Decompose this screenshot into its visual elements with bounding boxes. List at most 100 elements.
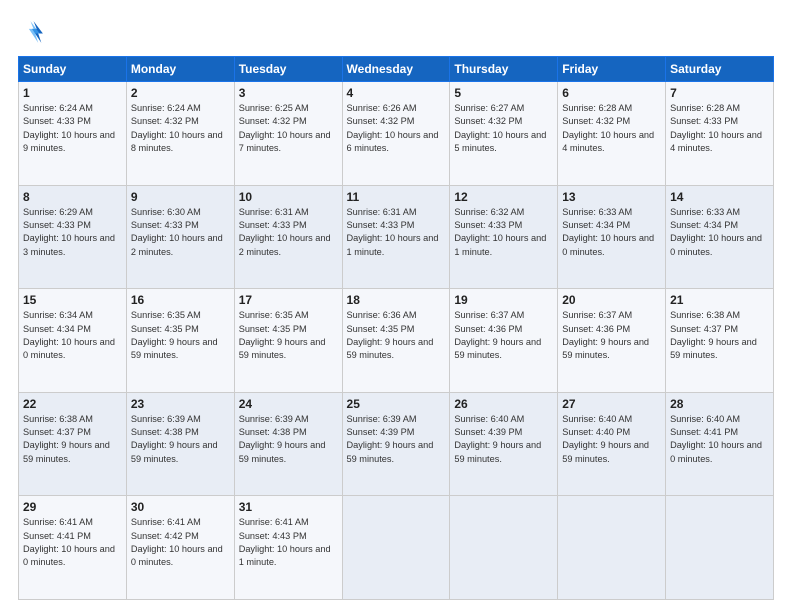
cell-content: Sunrise: 6:39 AMSunset: 4:39 PMDaylight:… (347, 414, 434, 464)
calendar-cell (450, 496, 558, 600)
day-number: 30 (131, 500, 230, 514)
calendar-cell: 6 Sunrise: 6:28 AMSunset: 4:32 PMDayligh… (558, 82, 666, 186)
col-header-friday: Friday (558, 57, 666, 82)
calendar-cell (342, 496, 450, 600)
calendar-cell: 24 Sunrise: 6:39 AMSunset: 4:38 PMDaylig… (234, 392, 342, 496)
cell-content: Sunrise: 6:31 AMSunset: 4:33 PMDaylight:… (239, 207, 331, 257)
logo (18, 18, 50, 46)
cell-content: Sunrise: 6:24 AMSunset: 4:33 PMDaylight:… (23, 103, 115, 153)
cell-content: Sunrise: 6:39 AMSunset: 4:38 PMDaylight:… (239, 414, 326, 464)
day-number: 4 (347, 86, 446, 100)
cell-content: Sunrise: 6:28 AMSunset: 4:33 PMDaylight:… (670, 103, 762, 153)
col-header-tuesday: Tuesday (234, 57, 342, 82)
cell-content: Sunrise: 6:38 AMSunset: 4:37 PMDaylight:… (23, 414, 110, 464)
calendar-cell: 28 Sunrise: 6:40 AMSunset: 4:41 PMDaylig… (666, 392, 774, 496)
cell-content: Sunrise: 6:25 AMSunset: 4:32 PMDaylight:… (239, 103, 331, 153)
calendar-cell: 17 Sunrise: 6:35 AMSunset: 4:35 PMDaylig… (234, 289, 342, 393)
calendar-cell: 29 Sunrise: 6:41 AMSunset: 4:41 PMDaylig… (19, 496, 127, 600)
day-number: 11 (347, 190, 446, 204)
day-number: 1 (23, 86, 122, 100)
calendar-week-row: 15 Sunrise: 6:34 AMSunset: 4:34 PMDaylig… (19, 289, 774, 393)
cell-content: Sunrise: 6:37 AMSunset: 4:36 PMDaylight:… (562, 310, 649, 360)
day-number: 23 (131, 397, 230, 411)
calendar-header-row: SundayMondayTuesdayWednesdayThursdayFrid… (19, 57, 774, 82)
day-number: 27 (562, 397, 661, 411)
calendar-cell: 15 Sunrise: 6:34 AMSunset: 4:34 PMDaylig… (19, 289, 127, 393)
day-number: 16 (131, 293, 230, 307)
calendar-cell: 19 Sunrise: 6:37 AMSunset: 4:36 PMDaylig… (450, 289, 558, 393)
cell-content: Sunrise: 6:24 AMSunset: 4:32 PMDaylight:… (131, 103, 223, 153)
cell-content: Sunrise: 6:38 AMSunset: 4:37 PMDaylight:… (670, 310, 757, 360)
day-number: 12 (454, 190, 553, 204)
day-number: 25 (347, 397, 446, 411)
calendar-week-row: 1 Sunrise: 6:24 AMSunset: 4:33 PMDayligh… (19, 82, 774, 186)
cell-content: Sunrise: 6:35 AMSunset: 4:35 PMDaylight:… (131, 310, 218, 360)
cell-content: Sunrise: 6:36 AMSunset: 4:35 PMDaylight:… (347, 310, 434, 360)
calendar-cell (558, 496, 666, 600)
logo-icon (18, 18, 46, 46)
cell-content: Sunrise: 6:29 AMSunset: 4:33 PMDaylight:… (23, 207, 115, 257)
calendar-cell: 14 Sunrise: 6:33 AMSunset: 4:34 PMDaylig… (666, 185, 774, 289)
day-number: 13 (562, 190, 661, 204)
calendar-cell: 10 Sunrise: 6:31 AMSunset: 4:33 PMDaylig… (234, 185, 342, 289)
cell-content: Sunrise: 6:26 AMSunset: 4:32 PMDaylight:… (347, 103, 439, 153)
cell-content: Sunrise: 6:34 AMSunset: 4:34 PMDaylight:… (23, 310, 115, 360)
calendar-cell (666, 496, 774, 600)
calendar-cell: 13 Sunrise: 6:33 AMSunset: 4:34 PMDaylig… (558, 185, 666, 289)
calendar-week-row: 8 Sunrise: 6:29 AMSunset: 4:33 PMDayligh… (19, 185, 774, 289)
calendar-cell: 2 Sunrise: 6:24 AMSunset: 4:32 PMDayligh… (126, 82, 234, 186)
calendar-cell: 25 Sunrise: 6:39 AMSunset: 4:39 PMDaylig… (342, 392, 450, 496)
calendar-cell: 11 Sunrise: 6:31 AMSunset: 4:33 PMDaylig… (342, 185, 450, 289)
header (18, 18, 774, 46)
cell-content: Sunrise: 6:30 AMSunset: 4:33 PMDaylight:… (131, 207, 223, 257)
calendar-cell: 22 Sunrise: 6:38 AMSunset: 4:37 PMDaylig… (19, 392, 127, 496)
calendar-cell: 16 Sunrise: 6:35 AMSunset: 4:35 PMDaylig… (126, 289, 234, 393)
cell-content: Sunrise: 6:37 AMSunset: 4:36 PMDaylight:… (454, 310, 541, 360)
calendar-cell: 20 Sunrise: 6:37 AMSunset: 4:36 PMDaylig… (558, 289, 666, 393)
calendar-cell: 9 Sunrise: 6:30 AMSunset: 4:33 PMDayligh… (126, 185, 234, 289)
day-number: 14 (670, 190, 769, 204)
cell-content: Sunrise: 6:41 AMSunset: 4:42 PMDaylight:… (131, 517, 223, 567)
day-number: 9 (131, 190, 230, 204)
col-header-thursday: Thursday (450, 57, 558, 82)
col-header-monday: Monday (126, 57, 234, 82)
day-number: 2 (131, 86, 230, 100)
day-number: 19 (454, 293, 553, 307)
day-number: 24 (239, 397, 338, 411)
day-number: 26 (454, 397, 553, 411)
day-number: 6 (562, 86, 661, 100)
day-number: 10 (239, 190, 338, 204)
col-header-sunday: Sunday (19, 57, 127, 82)
day-number: 7 (670, 86, 769, 100)
calendar-cell: 7 Sunrise: 6:28 AMSunset: 4:33 PMDayligh… (666, 82, 774, 186)
calendar-table: SundayMondayTuesdayWednesdayThursdayFrid… (18, 56, 774, 600)
day-number: 20 (562, 293, 661, 307)
cell-content: Sunrise: 6:40 AMSunset: 4:41 PMDaylight:… (670, 414, 762, 464)
day-number: 22 (23, 397, 122, 411)
cell-content: Sunrise: 6:40 AMSunset: 4:39 PMDaylight:… (454, 414, 541, 464)
day-number: 29 (23, 500, 122, 514)
cell-content: Sunrise: 6:27 AMSunset: 4:32 PMDaylight:… (454, 103, 546, 153)
calendar-cell: 30 Sunrise: 6:41 AMSunset: 4:42 PMDaylig… (126, 496, 234, 600)
day-number: 8 (23, 190, 122, 204)
calendar-cell: 18 Sunrise: 6:36 AMSunset: 4:35 PMDaylig… (342, 289, 450, 393)
day-number: 17 (239, 293, 338, 307)
day-number: 3 (239, 86, 338, 100)
day-number: 5 (454, 86, 553, 100)
calendar-cell: 26 Sunrise: 6:40 AMSunset: 4:39 PMDaylig… (450, 392, 558, 496)
calendar-cell: 3 Sunrise: 6:25 AMSunset: 4:32 PMDayligh… (234, 82, 342, 186)
cell-content: Sunrise: 6:40 AMSunset: 4:40 PMDaylight:… (562, 414, 649, 464)
cell-content: Sunrise: 6:35 AMSunset: 4:35 PMDaylight:… (239, 310, 326, 360)
cell-content: Sunrise: 6:39 AMSunset: 4:38 PMDaylight:… (131, 414, 218, 464)
calendar-cell: 27 Sunrise: 6:40 AMSunset: 4:40 PMDaylig… (558, 392, 666, 496)
day-number: 15 (23, 293, 122, 307)
calendar-cell: 1 Sunrise: 6:24 AMSunset: 4:33 PMDayligh… (19, 82, 127, 186)
calendar-week-row: 29 Sunrise: 6:41 AMSunset: 4:41 PMDaylig… (19, 496, 774, 600)
day-number: 18 (347, 293, 446, 307)
calendar-cell: 8 Sunrise: 6:29 AMSunset: 4:33 PMDayligh… (19, 185, 127, 289)
page: SundayMondayTuesdayWednesdayThursdayFrid… (0, 0, 792, 612)
calendar-cell: 23 Sunrise: 6:39 AMSunset: 4:38 PMDaylig… (126, 392, 234, 496)
cell-content: Sunrise: 6:41 AMSunset: 4:41 PMDaylight:… (23, 517, 115, 567)
cell-content: Sunrise: 6:33 AMSunset: 4:34 PMDaylight:… (562, 207, 654, 257)
calendar-cell: 31 Sunrise: 6:41 AMSunset: 4:43 PMDaylig… (234, 496, 342, 600)
